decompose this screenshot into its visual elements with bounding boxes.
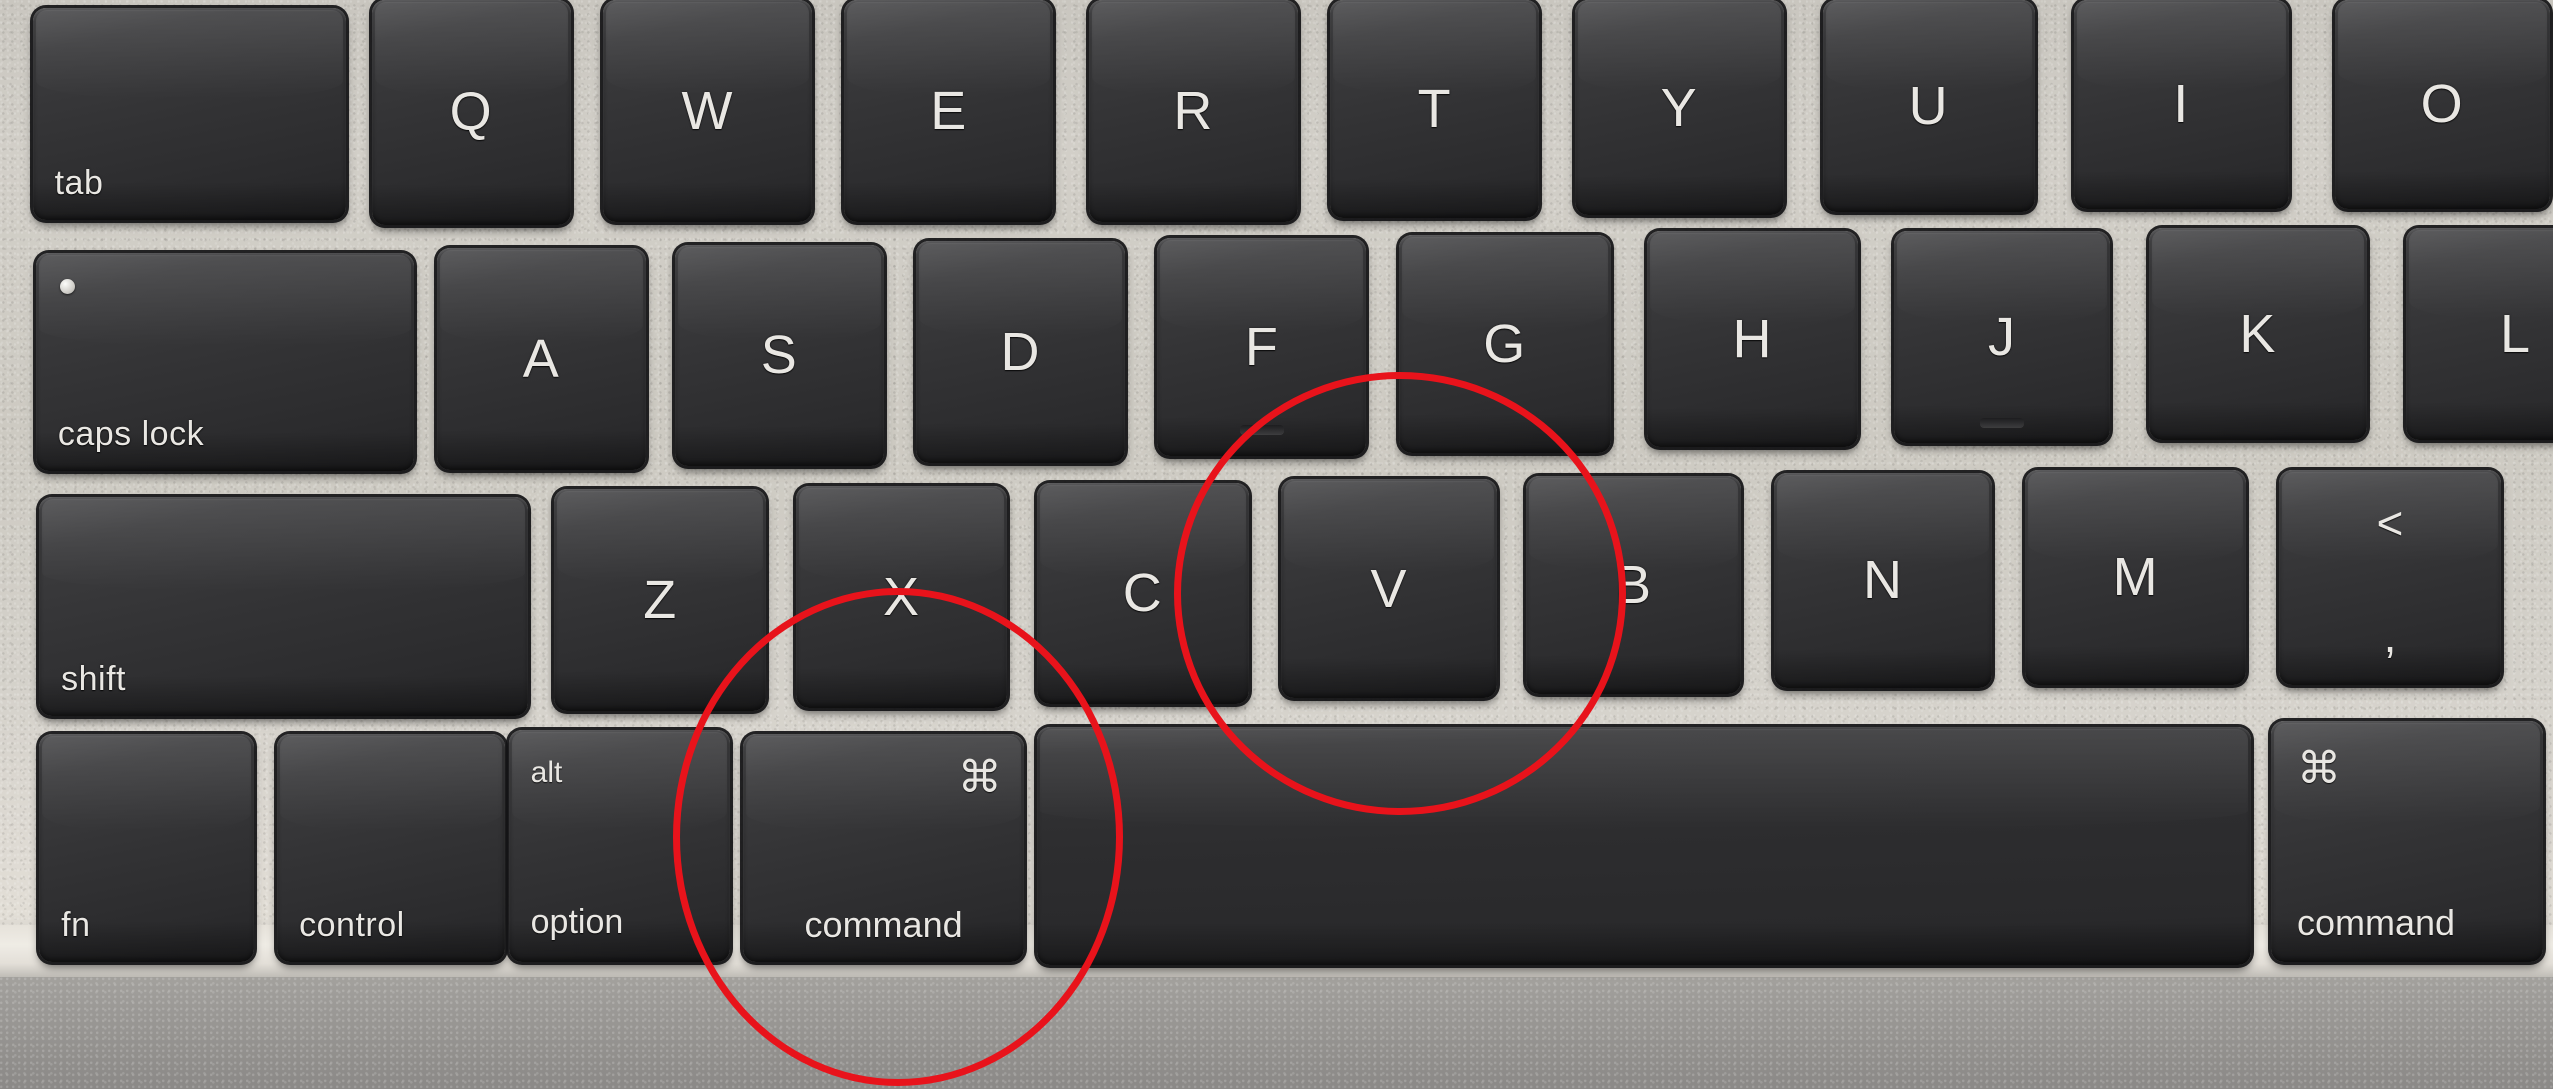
key-a[interactable]: A xyxy=(436,247,646,470)
key-w[interactable]: W xyxy=(603,0,812,222)
key-fn[interactable]: fn xyxy=(39,733,255,962)
key-shift[interactable]: shift xyxy=(39,497,529,716)
command-symbol-icon: ⌘ xyxy=(957,752,1002,802)
key-legend-b: B xyxy=(1615,555,1653,616)
key-legend-a: A xyxy=(522,328,560,389)
key-legend-s: S xyxy=(760,325,798,386)
key-legend-k: K xyxy=(2239,304,2277,365)
key-legend-command-left: command xyxy=(804,903,963,945)
key-y[interactable]: Y xyxy=(1574,0,1784,216)
key-q[interactable]: Q xyxy=(371,0,571,225)
key-t[interactable]: T xyxy=(1330,0,1539,219)
key-legend-w: W xyxy=(681,80,734,141)
key-i[interactable]: I xyxy=(2073,0,2289,209)
key-f[interactable]: F xyxy=(1157,238,1367,457)
key-legend-r: R xyxy=(1173,80,1214,141)
key-legend-option: option xyxy=(530,902,624,941)
key-legend-v: V xyxy=(1370,558,1408,619)
key-legend-x: X xyxy=(883,566,921,627)
key-c[interactable]: C xyxy=(1036,482,1249,705)
key-l[interactable]: L xyxy=(2406,228,2553,441)
key-j[interactable]: J xyxy=(1894,231,2110,444)
key-tab[interactable]: tab xyxy=(32,8,346,221)
key-legend-y: Y xyxy=(1660,77,1698,138)
key-legend-u: U xyxy=(1908,75,1949,136)
key-legend-z: Z xyxy=(643,569,678,630)
key-comma[interactable]: <, xyxy=(2279,469,2501,685)
key-legend-l: L xyxy=(2499,304,2532,365)
key-r[interactable]: R xyxy=(1089,0,1298,222)
key-caps-lock[interactable]: caps lock xyxy=(35,252,415,472)
homing-bump-icon-j xyxy=(1979,418,2024,428)
key-legend-m: M xyxy=(2112,547,2159,608)
key-option[interactable]: alt option xyxy=(508,730,731,962)
key-legend-d: D xyxy=(1000,322,1041,383)
key-e[interactable]: E xyxy=(844,0,1054,222)
key-v[interactable]: V xyxy=(1281,479,1497,698)
homing-bump-icon-f xyxy=(1239,425,1284,435)
key-legend-h: H xyxy=(1732,309,1773,370)
key-x[interactable]: X xyxy=(795,485,1008,708)
key-spacebar[interactable] xyxy=(1036,727,2252,966)
key-legend-comma: , xyxy=(2383,609,2397,662)
key-legend-n: N xyxy=(1862,550,1903,611)
caps-lock-led-icon xyxy=(59,278,75,294)
key-n[interactable]: N xyxy=(1773,472,1993,688)
key-legend-command-right: command xyxy=(2296,901,2456,943)
key-control[interactable]: control xyxy=(277,733,506,962)
key-z[interactable]: Z xyxy=(554,489,767,711)
key-legend-g: G xyxy=(1483,313,1527,374)
keyboard-photo: tab Q W E R T Y U I Ocaps lock A S D F G H J K Lshift Z X C V B… xyxy=(0,0,2553,1089)
command-symbol-icon: ⌘ xyxy=(2296,743,2341,793)
key-legend-q: Q xyxy=(449,82,493,143)
key-h[interactable]: H xyxy=(1646,231,1859,447)
key-legend-alt: alt xyxy=(530,756,563,790)
key-legend-i: I xyxy=(2173,74,2190,135)
key-legend-o: O xyxy=(2420,74,2464,135)
key-m[interactable]: M xyxy=(2024,469,2247,685)
key-legend-f: F xyxy=(1244,317,1279,378)
key-legend-c: C xyxy=(1122,563,1163,624)
key-legend-t: T xyxy=(1417,79,1452,140)
key-legend-j: J xyxy=(1987,307,2016,368)
key-legend-e: E xyxy=(930,80,968,141)
key-b[interactable]: B xyxy=(1525,476,1742,695)
key-s[interactable]: S xyxy=(674,244,884,467)
key-g[interactable]: G xyxy=(1398,234,1611,454)
key-u[interactable]: U xyxy=(1822,0,2035,212)
key-legend-less-than: < xyxy=(2376,496,2404,549)
key-legend-control: control xyxy=(299,905,405,944)
key-d[interactable]: D xyxy=(916,241,1125,463)
key-command-right[interactable]: ⌘ command xyxy=(2270,720,2544,962)
key-legend-tab: tab xyxy=(54,164,104,203)
key-legend-shift: shift xyxy=(61,659,126,698)
key-command-left[interactable]: ⌘ command xyxy=(743,733,1024,962)
key-legend-fn: fn xyxy=(61,905,91,944)
key-o[interactable]: O xyxy=(2334,0,2550,209)
key-legend-caps-lock: caps lock xyxy=(57,415,205,454)
key-k[interactable]: K xyxy=(2148,228,2368,441)
